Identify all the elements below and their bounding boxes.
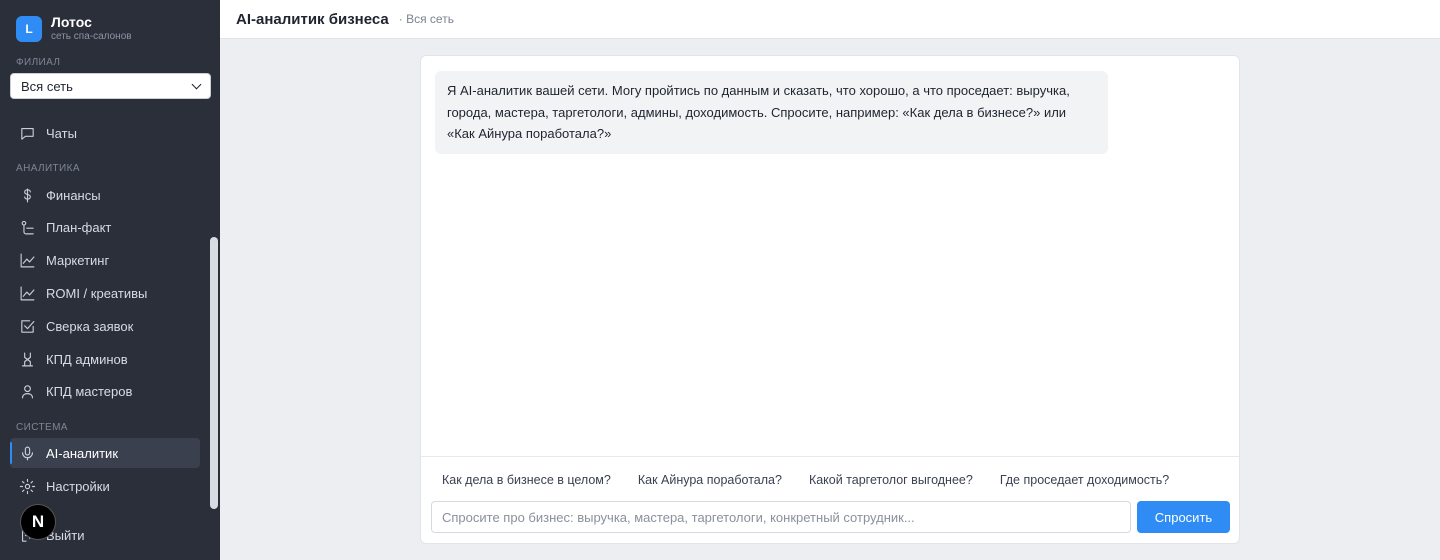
- sidebar-item-finance[interactable]: Финансы: [10, 180, 200, 210]
- brand[interactable]: L Лотос сеть спа-салонов: [16, 14, 132, 43]
- chevron-down-icon: [191, 79, 202, 89]
- sidebar-item-label: Сверка заявок: [46, 318, 134, 334]
- top-bar: AI-аналитик бизнеса · Вся сеть: [220, 0, 1440, 39]
- brand-logo: L: [16, 15, 42, 42]
- sidebar: L Лотос сеть спа-салонов Филиал Вся сеть…: [0, 0, 220, 560]
- sidebar-item-plan-fact[interactable]: План-факт: [10, 212, 200, 242]
- sidebar-item-master-kpi[interactable]: КПД мастеров: [10, 376, 200, 406]
- sidebar-item-label: КПД мастеров: [46, 383, 133, 399]
- system-section-label: Система: [16, 422, 68, 433]
- chart-line-icon: [18, 251, 36, 269]
- checkbox-icon: [18, 317, 36, 335]
- suggestion-chip[interactable]: Как дела в бизнесе в целом?: [442, 473, 611, 487]
- page-title: AI-аналитик бизнеса: [236, 10, 389, 28]
- hourglass-icon: [18, 350, 36, 368]
- suggestion-chip[interactable]: Какой таргетолог выгоднее?: [809, 473, 973, 487]
- breadcrumb: · Вся сеть: [398, 12, 454, 26]
- divider: [421, 456, 1239, 457]
- analytics-section-label: Аналитика: [16, 163, 80, 174]
- chart-line-icon: [18, 284, 36, 302]
- branch-select[interactable]: Вся сеть: [10, 73, 211, 99]
- branch-select-value: Вся сеть: [21, 78, 73, 94]
- dollar-icon: [18, 186, 36, 204]
- question-input[interactable]: [431, 501, 1131, 533]
- suggestion-chip[interactable]: Где проседает доходимость?: [1000, 473, 1169, 487]
- sidebar-item-label: КПД админов: [46, 351, 128, 367]
- sidebar-item-label: Настройки: [46, 478, 110, 494]
- gear-icon: [18, 477, 36, 495]
- microphone-icon: [18, 444, 36, 462]
- brand-subtitle: сеть спа-салонов: [51, 31, 132, 42]
- sidebar-item-label: План-факт: [46, 219, 112, 235]
- sidebar-item-ai-analyst[interactable]: AI-аналитик: [10, 438, 200, 468]
- suggestion-chip[interactable]: Как Айнура поработала?: [638, 473, 782, 487]
- sidebar-item-marketing[interactable]: Маркетинг: [10, 245, 200, 275]
- sidebar-item-label: AI-аналитик: [46, 445, 119, 461]
- chat-panel: Я AI-аналитик вашей сети. Могу пройтись …: [420, 55, 1240, 544]
- chat-icon: [18, 124, 36, 142]
- branch-label: Филиал: [16, 57, 61, 68]
- sidebar-item-romi[interactable]: ROMI / креативы: [10, 278, 200, 308]
- sidebar-scrollbar[interactable]: [210, 237, 218, 509]
- sidebar-item-settings[interactable]: Настройки: [10, 471, 200, 501]
- plan-icon: [18, 218, 36, 236]
- sidebar-item-admin-kpi[interactable]: КПД админов: [10, 344, 200, 374]
- dev-overlay-badge[interactable]: N: [20, 504, 56, 540]
- sidebar-item-chats[interactable]: Чаты: [10, 118, 200, 148]
- ask-button[interactable]: Спросить: [1137, 501, 1230, 533]
- sidebar-item-label: ROMI / креативы: [46, 285, 148, 301]
- user-icon: [18, 382, 36, 400]
- sidebar-item-label: Маркетинг: [46, 252, 110, 268]
- sidebar-item-lead-reconciliation[interactable]: Сверка заявок: [10, 311, 200, 341]
- assistant-message: Я AI-аналитик вашей сети. Могу пройтись …: [435, 71, 1108, 154]
- sidebar-item-label: Финансы: [46, 187, 101, 203]
- brand-name: Лотос: [51, 14, 92, 30]
- suggestion-list: Как дела в бизнесе в целом? Как Айнура п…: [442, 473, 1196, 487]
- sidebar-item-label: Чаты: [46, 125, 77, 141]
